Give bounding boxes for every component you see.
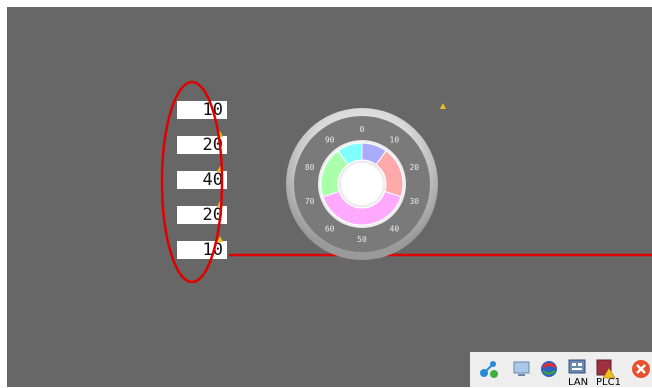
gauge-scale-label: 80	[305, 163, 315, 172]
gauge-scale-label: 90	[325, 136, 335, 145]
highlight-ellipse	[160, 80, 224, 284]
gauge-center	[341, 163, 383, 205]
gauge-scale-label: 10	[390, 136, 400, 145]
gauge-scale-label: 0	[360, 125, 365, 134]
gauge-scale-label: 60	[325, 224, 335, 233]
gauge-scale-label: 30	[409, 197, 419, 206]
gauge-scale-label: 20	[409, 163, 419, 172]
donut-gauge: 0 10 20 30 40 50 60 70 80 90	[286, 108, 438, 260]
browser-icon[interactable]	[538, 358, 560, 380]
close-icon[interactable]	[630, 358, 652, 380]
gauge-scale-label: 70	[305, 197, 315, 206]
gauge-scale-label: 40	[390, 224, 400, 233]
lan-label: LAN	[568, 377, 589, 388]
hmi-screen: 10 20 40 20 10 0 10 20 30 40 50 60 70 80 90	[7, 7, 652, 387]
taskbar: LAN PLC1	[470, 352, 652, 388]
network-diagnostic-icon[interactable]	[478, 358, 500, 380]
gauge-scale-label: 50	[357, 235, 367, 244]
plc-label: PLC1	[596, 377, 621, 388]
monitor-icon[interactable]	[510, 358, 532, 380]
